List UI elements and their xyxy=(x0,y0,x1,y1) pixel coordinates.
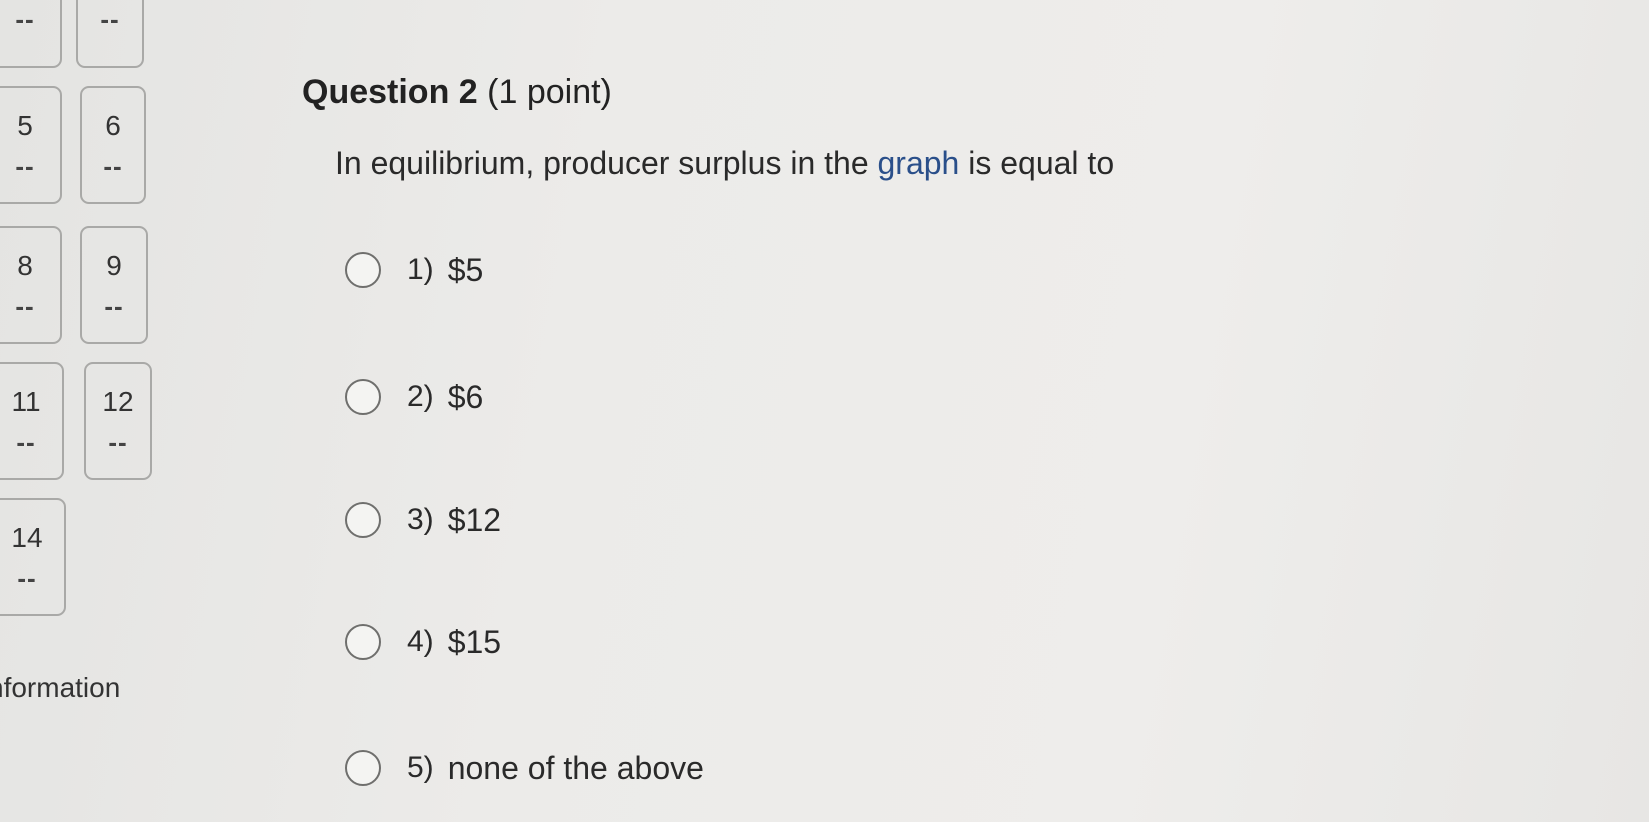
question-nav-item-5[interactable]: 5 -- xyxy=(0,86,62,204)
question-status: -- xyxy=(15,291,35,321)
question-nav-item[interactable]: -- xyxy=(76,0,144,68)
question-nav-item-12[interactable]: 12 -- xyxy=(84,362,152,480)
question-nav-item-8[interactable]: 8 -- xyxy=(0,226,62,344)
answer-option-2[interactable]: 2) $6 xyxy=(345,373,483,421)
question-status: -- xyxy=(16,427,36,457)
question-number-title: Question 2 xyxy=(302,73,478,111)
radio-button[interactable] xyxy=(345,624,381,660)
question-title: Question 2 (1 point) xyxy=(302,73,612,112)
answer-option-1[interactable]: 1) $5 xyxy=(345,246,483,294)
answer-option-5[interactable]: 5) none of the above xyxy=(345,744,704,792)
question-number: 6 xyxy=(105,110,121,141)
question-status: -- xyxy=(15,4,35,34)
option-label: $5 xyxy=(447,251,484,288)
option-label: $15 xyxy=(447,623,502,660)
option-number: 4) xyxy=(407,625,434,658)
prompt-text-end: is equal to xyxy=(959,145,1115,181)
question-nav-item-11[interactable]: 11 -- xyxy=(0,362,64,480)
question-nav-item-6[interactable]: 6 -- xyxy=(80,86,146,204)
answer-option-4[interactable]: 4) $15 xyxy=(345,618,501,666)
question-number: 14 xyxy=(11,522,43,553)
answer-option-3[interactable]: 3) $12 xyxy=(345,496,501,544)
question-status: -- xyxy=(103,151,123,181)
question-number: 9 xyxy=(106,250,122,281)
question-nav-item[interactable]: -- xyxy=(0,0,62,68)
question-status: -- xyxy=(104,291,124,321)
question-status: -- xyxy=(15,151,35,181)
question-status: -- xyxy=(17,563,37,593)
graph-link[interactable]: graph xyxy=(878,145,960,181)
question-points: (1 point) xyxy=(487,73,612,111)
question-nav-item-9[interactable]: 9 -- xyxy=(80,226,148,344)
question-number: 12 xyxy=(102,386,134,417)
option-label: none of the above xyxy=(447,749,704,786)
question-number: 11 xyxy=(11,386,41,417)
prompt-text-start: In equilibrium, producer surplus in the xyxy=(335,145,878,181)
option-number: 2) xyxy=(407,380,434,413)
radio-button[interactable] xyxy=(345,252,381,288)
question-number: 8 xyxy=(17,250,33,281)
option-label: $6 xyxy=(447,378,484,415)
radio-button[interactable] xyxy=(345,502,381,538)
question-number: 5 xyxy=(17,110,33,141)
radio-button[interactable] xyxy=(345,750,381,786)
question-prompt: In equilibrium, producer surplus in the … xyxy=(335,145,1114,182)
question-navigation-sidebar: -- -- 5 -- 6 -- 8 -- 9 -- 11 -- 12 -- 14… xyxy=(0,0,240,822)
radio-button[interactable] xyxy=(345,379,381,415)
question-status: -- xyxy=(100,4,120,34)
option-number: 5) xyxy=(407,751,434,784)
information-section-label: nformation xyxy=(0,672,121,703)
question-status: -- xyxy=(108,427,128,457)
option-label: $12 xyxy=(447,501,502,538)
option-number: 1) xyxy=(407,253,434,286)
question-nav-item-14[interactable]: 14 -- xyxy=(0,498,66,616)
option-number: 3) xyxy=(407,503,434,536)
